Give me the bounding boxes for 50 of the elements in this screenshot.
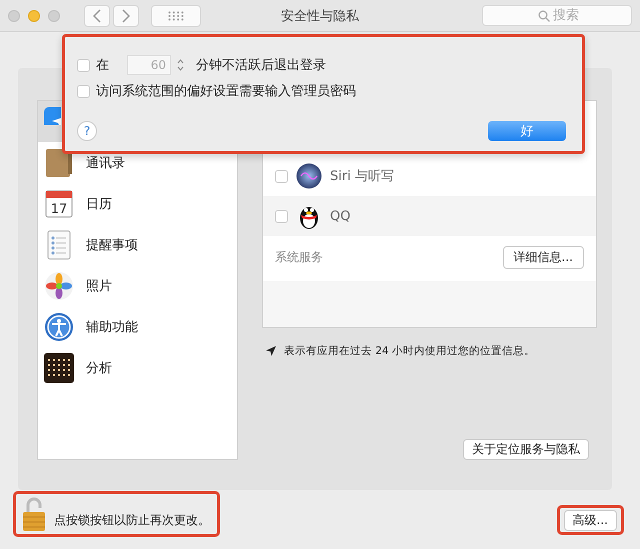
option-label: 在 (96, 57, 109, 74)
contacts-book-icon (44, 148, 74, 178)
option-checkbox[interactable] (77, 84, 90, 98)
unlocked-padlock-icon[interactable] (22, 496, 46, 532)
flower-icon (44, 270, 74, 300)
category-label: 通讯录 (86, 154, 125, 172)
window-title: 安全性与隐私 (280, 8, 360, 24)
category-item[interactable]: 照片 (38, 265, 237, 306)
advanced-button[interactable]: 高级... (564, 510, 617, 530)
orb-icon (296, 163, 322, 189)
show-all-button[interactable] (151, 4, 201, 26)
app-name: QQ (330, 208, 350, 224)
category-item[interactable]: 提醒事项 (38, 224, 237, 265)
zoom-button[interactable] (48, 10, 60, 22)
option-label: 分钟不活跃后退出登录 (196, 57, 326, 74)
stepper-icon[interactable] (177, 58, 184, 72)
option-checkbox[interactable] (77, 58, 90, 72)
back-button[interactable] (84, 4, 110, 26)
category-label: 辅助功能 (86, 318, 138, 336)
help-button[interactable]: ? (77, 121, 97, 141)
chevron-left-icon (93, 8, 101, 22)
category-label: 照片 (86, 278, 112, 294)
category-label: 日历 (86, 196, 112, 212)
option-label: 访问系统范围的偏好设置需要输入管理员密码 (96, 83, 356, 100)
dot-grid-icon (168, 10, 184, 20)
system-services-label: 系统服务 (275, 248, 323, 266)
bar-grid-icon (44, 352, 74, 382)
category-label: 提醒事项 (86, 236, 138, 254)
details-button[interactable]: 详细信息... (502, 246, 584, 268)
location-arrow-icon (266, 346, 276, 356)
search-icon (538, 10, 550, 22)
forward-button[interactable] (113, 4, 139, 26)
category-item[interactable]: 分析 (38, 347, 237, 388)
app-icon (44, 107, 61, 125)
category-item[interactable]: 17 日历 (38, 183, 237, 224)
calendar-day: 17 (50, 202, 68, 216)
about-location-button[interactable]: 关于定位服务与隐私 (463, 439, 589, 460)
category-label: 分析 (86, 360, 112, 376)
chevron-right-icon (122, 8, 130, 22)
app-name: Siri 与听写 (330, 168, 394, 185)
close-button[interactable] (8, 10, 20, 22)
location-note: 表示有应用在过去 24 小时内使用过您的位置信息。 (284, 344, 536, 358)
search-field[interactable]: 搜索 (482, 5, 632, 26)
accessibility-icon (44, 312, 74, 342)
minimize-button[interactable] (28, 10, 40, 22)
category-item[interactable]: 通讯录 (38, 142, 237, 183)
app-checkbox[interactable] (275, 210, 288, 222)
app-checkbox[interactable] (275, 170, 288, 182)
category-item[interactable]: 辅助功能 (38, 306, 237, 347)
lock-hint: 点按锁按钮以防止再次更改。 (54, 512, 210, 528)
